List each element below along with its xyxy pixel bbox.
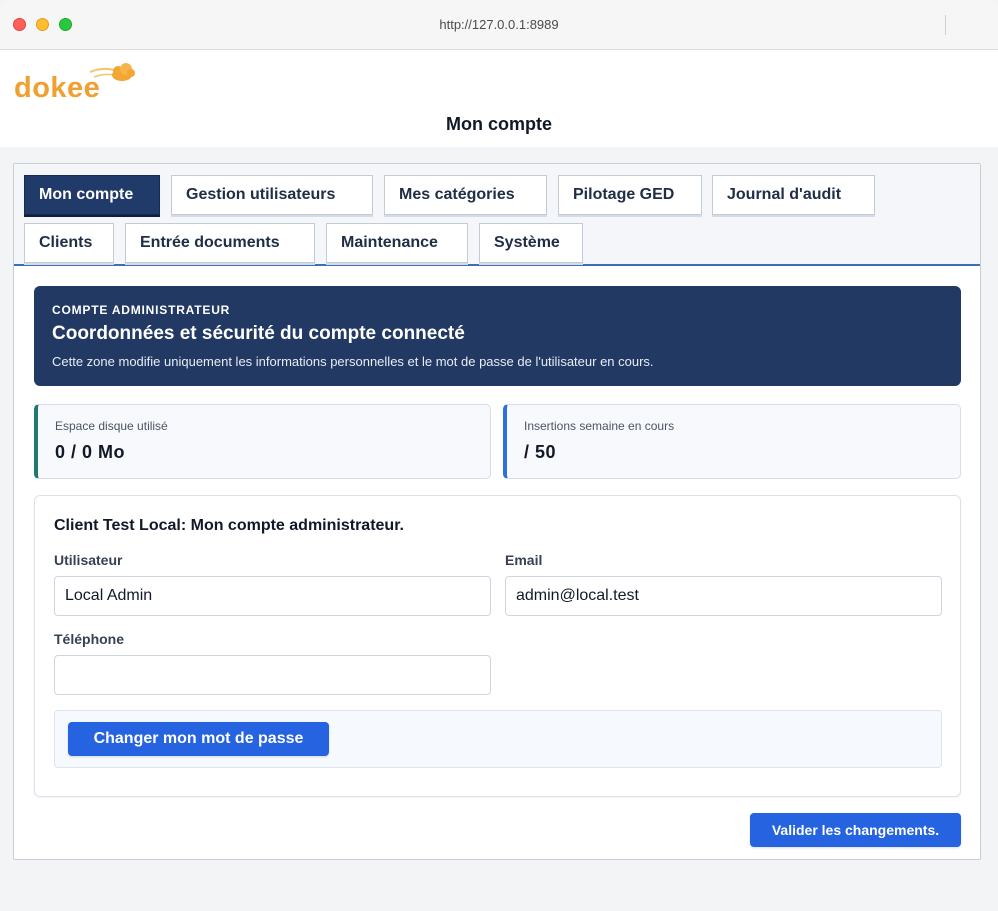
page-header: dokee Mon compte [0, 50, 998, 147]
email-input[interactable] [505, 576, 942, 616]
account-banner: COMPTE ADMINISTRATEUR Coordonnées et séc… [34, 286, 961, 386]
stat-card-disk-usage: Espace disque utilisé 0 / 0 Mo [34, 404, 491, 479]
stat-value: 0 / 0 Mo [55, 442, 126, 462]
main-panel: Mon compte Gestion utilisateurs Mes caté… [13, 163, 981, 860]
user-label: Utilisateur [54, 552, 123, 568]
address-bar[interactable]: http://127.0.0.1:8989 [0, 0, 998, 50]
phone-input[interactable] [54, 655, 491, 695]
tab-mes-categories[interactable]: Mes catégories [384, 175, 547, 215]
banner-description: Cette zone modifie uniquement les inform… [52, 354, 654, 369]
tab-clients[interactable]: Clients [24, 223, 114, 263]
stat-card-weekly-insertions: Insertions semaine en cours / 50 [503, 404, 961, 479]
tab-mon-compte[interactable]: Mon compte [24, 175, 160, 215]
tab-pilotage-ged[interactable]: Pilotage GED [558, 175, 702, 215]
page: dokee Mon compte Mon compte Gestion util… [0, 50, 998, 911]
stat-label: Insertions semaine en cours [524, 419, 675, 433]
stat-label: Espace disque utilisé [55, 419, 168, 433]
browser-chrome: http://127.0.0.1:8989 [0, 0, 998, 50]
banner-title: Coordonnées et sécurité du compte connec… [52, 323, 465, 344]
tab-systeme[interactable]: Système [479, 223, 583, 263]
email-label: Email [505, 552, 543, 568]
banner-eyebrow: COMPTE ADMINISTRATEUR [52, 303, 231, 317]
tab-entree-documents[interactable]: Entrée documents [125, 223, 315, 263]
validate-changes-button[interactable]: Valider les changements. [750, 813, 961, 847]
dokee-logo[interactable]: dokee [14, 58, 138, 106]
cloud-icon [89, 63, 135, 81]
toolbar-divider [945, 15, 946, 35]
phone-label: Téléphone [54, 631, 125, 647]
tab-maintenance[interactable]: Maintenance [326, 223, 468, 263]
account-form-card: Client Test Local: Mon compte administra… [34, 495, 961, 797]
tab-gestion-utilisateurs[interactable]: Gestion utilisateurs [171, 175, 373, 215]
change-password-button[interactable]: Changer mon mot de passe [68, 722, 329, 756]
form-heading: Client Test Local: Mon compte administra… [54, 517, 404, 534]
tab-bar: Mon compte Gestion utilisateurs Mes caté… [14, 164, 980, 266]
tab-journal-audit[interactable]: Journal d'audit [712, 175, 875, 215]
password-section: Changer mon mot de passe [54, 710, 942, 768]
page-title: Mon compte [446, 114, 552, 134]
stat-value: / 50 [524, 442, 557, 462]
user-input[interactable] [54, 576, 491, 616]
